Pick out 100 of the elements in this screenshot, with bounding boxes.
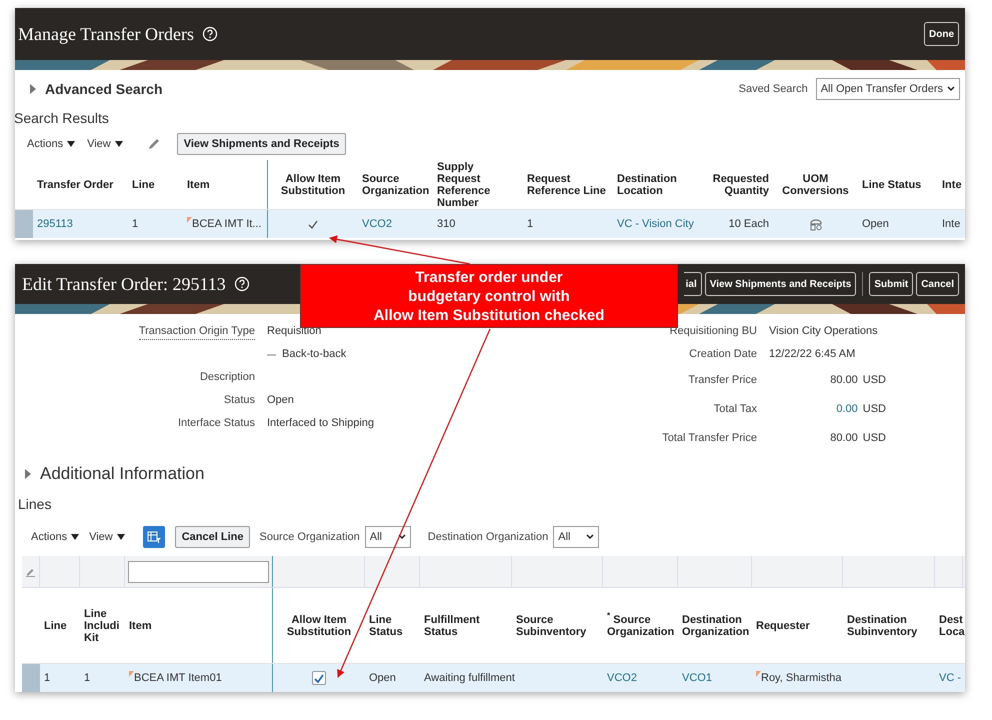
filter-field[interactable]: [128, 560, 269, 582]
field-value: Back-to-back: [282, 347, 346, 362]
section-title: Search Results: [15, 108, 110, 128]
link[interactable]: VC - Vision City: [617, 216, 694, 232]
callout-text: Transfer order under budgetary control with Allow Item Substitution checked: [374, 268, 604, 324]
table-cell-text: Roy, Sharmistha: [761, 670, 842, 686]
link[interactable]: VCO2: [362, 216, 392, 232]
header-button[interactable]: Cancel: [916, 272, 959, 296]
column-header[interactable]: Request Reference Line: [527, 172, 609, 196]
flag-icon: [187, 216, 192, 223]
column-header[interactable]: Fulfillment Status: [424, 614, 508, 638]
table-cell-text: 310: [437, 216, 456, 232]
header-button[interactable]: ial: [684, 272, 702, 296]
checkbox[interactable]: [312, 671, 326, 685]
field-label: Status: [224, 393, 255, 408]
column-header[interactable]: Line Includi Kit: [84, 608, 121, 644]
header-button[interactable]: Submit: [869, 272, 914, 296]
field-label: Source Organization: [259, 530, 360, 545]
help-icon[interactable]: [234, 276, 250, 292]
column-header[interactable]: Line Status: [369, 614, 416, 638]
column-header[interactable]: Requester: [756, 620, 810, 632]
column-header[interactable]: Destination Subinventory: [847, 614, 931, 638]
field-label: Interface Status: [178, 416, 255, 432]
field-label: Destination Organization: [428, 530, 548, 545]
field-label: Creation Date: [689, 347, 757, 362]
field-value: 12/22/22 6:45 AM: [769, 347, 856, 362]
chevron-down-icon: [586, 534, 594, 540]
table-filter-icon: [146, 531, 161, 543]
collapsed-triangle-icon[interactable]: [24, 469, 32, 479]
organization-select[interactable]: All: [553, 526, 600, 548]
field-label[interactable]: Transaction Origin Type: [138, 322, 255, 340]
field-value: Requisition: [267, 324, 322, 340]
currency-label: USD: [862, 431, 886, 446]
table-row[interactable]: 295113 1 BCEA IMT It... VCO2 310 1 VC - Vision City 10 Each Open Inte: [15, 210, 965, 238]
caret-icon: [114, 141, 123, 147]
field-value: Interfaced to Shipping: [267, 416, 374, 432]
column-header[interactable]: UOM Conversions: [777, 172, 854, 196]
caret-icon: [71, 534, 80, 540]
column-header[interactable]: Allow Item Substitution: [272, 172, 354, 196]
table-cell-text: Open: [862, 216, 889, 232]
column-header[interactable]: Source Organization: [362, 172, 430, 196]
table-row[interactable]: 1 1 BCEA IMT Item01 Open Awaiting fulfillment VCO2 VCO1 Roy, Sharmistha VC -: [22, 664, 965, 692]
column-header[interactable]: Source Subinventory: [516, 614, 599, 638]
section-heading[interactable]: Advanced Search: [45, 78, 162, 100]
currency-label: USD: [862, 373, 886, 388]
pencil-icon[interactable]: [146, 137, 161, 151]
table-cell-text: Open: [369, 670, 396, 686]
column-header[interactable]: Line: [44, 620, 67, 632]
column-header[interactable]: Item: [187, 178, 210, 190]
table-cell-text: Awaiting fulfillment: [424, 670, 515, 686]
calculator-icon[interactable]: [808, 218, 822, 230]
menu-button[interactable]: View: [89, 528, 125, 546]
link[interactable]: 0.00: [836, 401, 858, 418]
column-header[interactable]: Supply Request Reference Number: [437, 160, 519, 208]
column-header[interactable]: Line Status: [862, 178, 922, 190]
field-label: Saved Search: [738, 82, 808, 97]
table-cell-text: BCEA IMT It...: [192, 216, 262, 232]
help-icon[interactable]: [202, 26, 218, 42]
collapsed-triangle-icon[interactable]: [29, 84, 37, 94]
field-label: Total Tax: [714, 402, 757, 418]
field-value: 80.00: [830, 431, 858, 446]
link[interactable]: VCO2: [607, 670, 637, 686]
column-header[interactable]: Inte: [942, 178, 962, 190]
column-header[interactable]: Item: [129, 620, 152, 632]
pencil-icon[interactable]: [25, 566, 36, 577]
saved-search-select[interactable]: All Open Transfer Orders: [816, 78, 960, 100]
link[interactable]: VC -: [939, 670, 961, 686]
flag-icon: [129, 670, 134, 677]
column-header[interactable]: Line: [132, 178, 155, 190]
view-shipments-button[interactable]: View Shipments and Receipts: [176, 133, 346, 155]
table-cell-text: 10 Each: [728, 216, 769, 232]
window-title: Manage Transfer Orders: [18, 22, 194, 46]
field-value: Open: [267, 393, 294, 408]
column-header[interactable]: Allow Item Substitution: [277, 614, 361, 638]
field-value: 80.00: [830, 373, 858, 388]
chevron-down-icon: [947, 86, 955, 92]
header-button[interactable]: View Shipments and Receipts: [704, 272, 856, 296]
field-label: Transfer Price: [688, 373, 757, 388]
table-cell-text: 1: [44, 670, 50, 686]
section-heading[interactable]: Additional Information: [40, 461, 204, 487]
column-header[interactable]: $^{*}$ Source Organization: [607, 614, 674, 638]
column-header[interactable]: Requested Quantity: [702, 172, 769, 196]
export-button[interactable]: [142, 526, 165, 548]
header-button[interactable]: Done: [924, 22, 959, 46]
column-header[interactable]: Transfer Order: [37, 178, 114, 190]
menu-button[interactable]: Actions: [27, 136, 76, 152]
chevron-down-icon: [398, 534, 406, 540]
column-header[interactable]: Destination Location: [617, 172, 694, 196]
menu-button[interactable]: View: [87, 136, 123, 152]
field-label: Total Transfer Price: [662, 431, 757, 446]
cancel-line-button[interactable]: Cancel Line: [174, 526, 250, 548]
section-title: Lines: [17, 494, 52, 514]
link[interactable]: VCO1: [682, 670, 712, 686]
flag-icon: [756, 670, 761, 677]
column-header[interactable]: Dest Loca: [939, 614, 965, 638]
field-label: Requisitioning BU: [670, 324, 757, 340]
link[interactable]: 295113: [37, 216, 73, 232]
menu-button[interactable]: Actions: [31, 528, 80, 546]
column-header[interactable]: Destination Organization: [682, 614, 750, 638]
organization-select[interactable]: All: [364, 526, 411, 548]
